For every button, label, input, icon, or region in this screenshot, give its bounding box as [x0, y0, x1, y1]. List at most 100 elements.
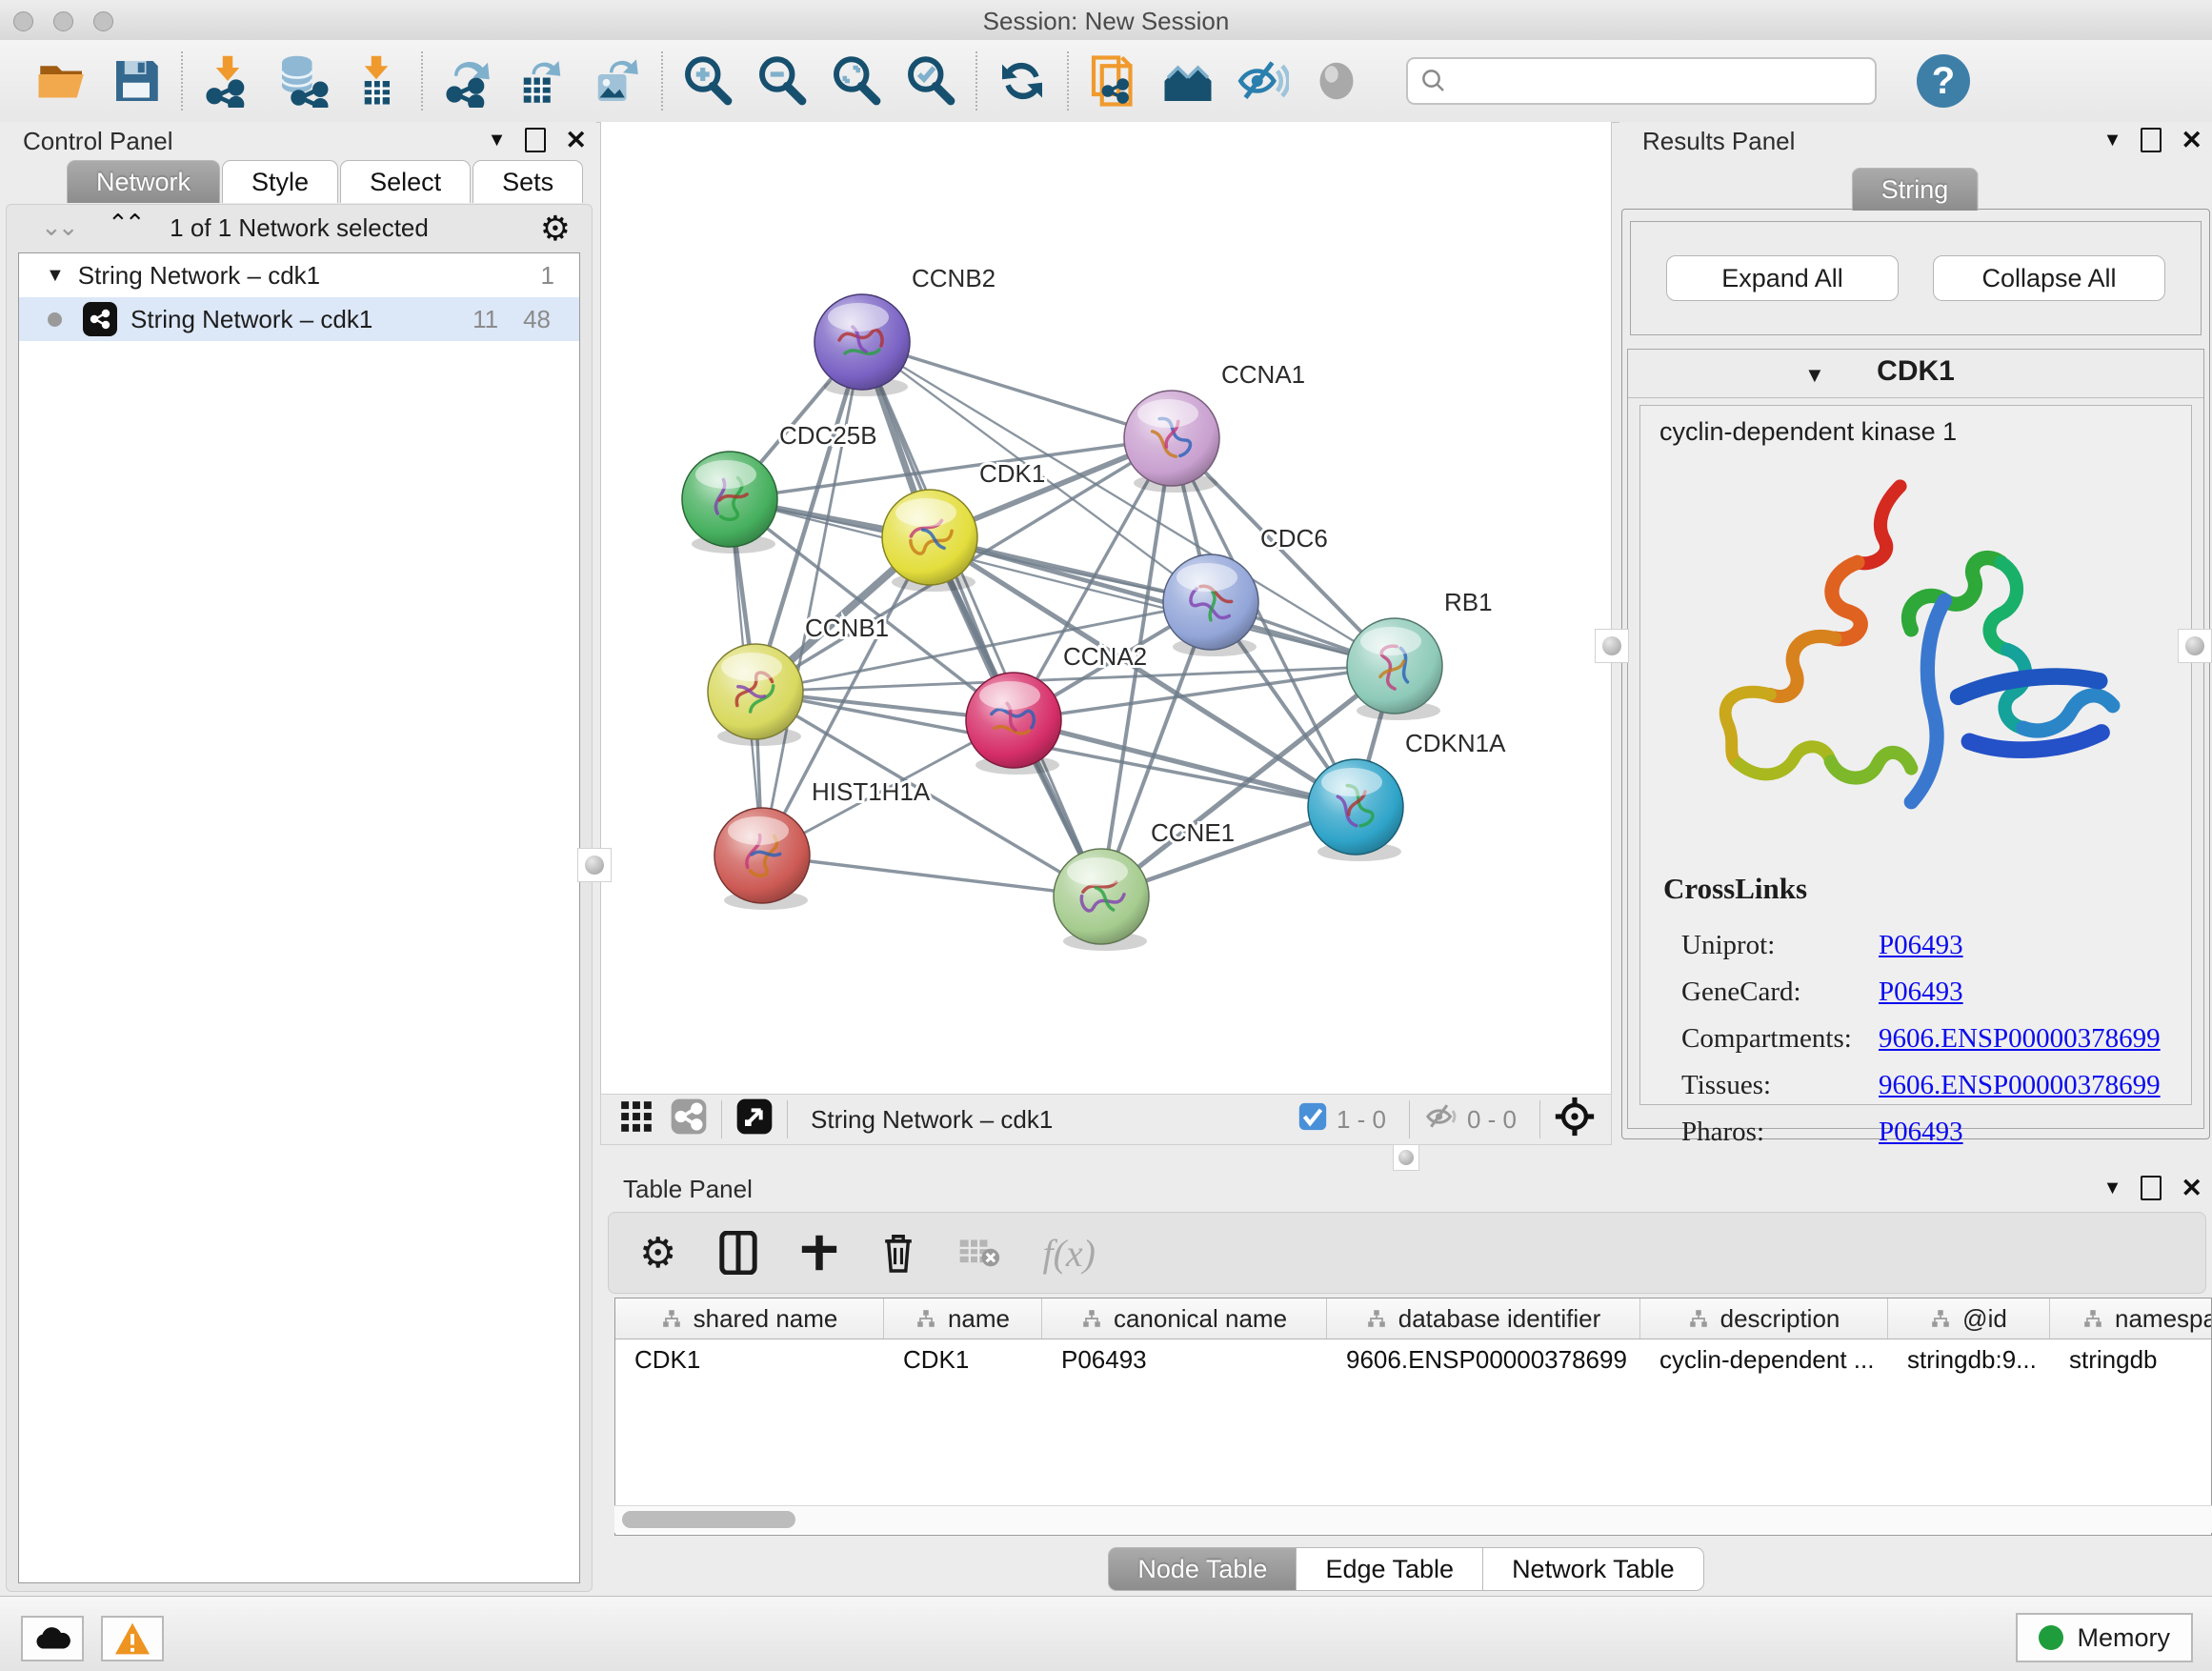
window-titlebar[interactable]: Session: New Session — [0, 0, 2212, 41]
export-table-button[interactable] — [505, 48, 579, 114]
save-session-button[interactable] — [99, 48, 173, 114]
import-table-from-file-button[interactable] — [339, 48, 413, 114]
expand-all-button[interactable]: Expand All — [1666, 255, 1899, 301]
control-panel-float-icon[interactable] — [525, 128, 546, 152]
column-header-namespace[interactable]: namespace — [2050, 1299, 2212, 1339]
network-row-selected[interactable]: String Network – cdk1 11 48 — [19, 297, 579, 341]
graph-node-CDKN1A[interactable] — [1308, 759, 1403, 861]
graph-node-CCNA1[interactable] — [1124, 391, 1219, 493]
search-input[interactable] — [1448, 67, 1875, 96]
network-canvas[interactable]: CCNB2CCNA1CDC25BCDK1CDC6RB1CCNB1CCNA2CDK… — [600, 122, 1612, 1094]
function-builder-icon[interactable]: f(x) — [1042, 1231, 1096, 1276]
create-column-icon[interactable] — [800, 1231, 838, 1275]
control-panel-close-icon[interactable]: ✕ — [565, 130, 587, 151]
column-header-canonical-name[interactable]: canonical name — [1042, 1299, 1327, 1339]
delete-table-icon[interactable] — [958, 1234, 1000, 1272]
collection-expand-icon[interactable]: ▼ — [46, 265, 65, 287]
tab-network-table[interactable]: Network Table — [1483, 1547, 1704, 1591]
crosslink-link[interactable]: 9606.ENSP00000378699 — [1879, 1023, 2161, 1054]
tab-node-table[interactable]: Node Table — [1108, 1547, 1297, 1591]
table-panel-float-icon[interactable] — [2141, 1176, 2162, 1200]
crosslink-link[interactable]: P06493 — [1879, 976, 1963, 1007]
copy-style-button[interactable] — [1076, 48, 1151, 114]
warning-button[interactable] — [101, 1616, 164, 1661]
column-header-@id[interactable]: @id — [1888, 1299, 2050, 1339]
splitter-handle-bottom[interactable] — [1393, 1144, 1419, 1171]
tab-edge-table[interactable]: Edge Table — [1297, 1547, 1483, 1591]
graph-node-CCNA2[interactable] — [966, 673, 1061, 775]
table-panel-close-icon[interactable]: ✕ — [2181, 1178, 2202, 1198]
collapse-all-button[interactable]: Collapse All — [1933, 255, 2165, 301]
graph-node-RB1[interactable] — [1347, 618, 1442, 720]
graph-node-CCNB1[interactable] — [708, 644, 803, 746]
column-header-database-identifier[interactable]: database identifier — [1327, 1299, 1640, 1339]
splitter-handle-far-right[interactable] — [2178, 629, 2212, 663]
column-header-shared-name[interactable]: shared name — [615, 1299, 884, 1339]
graph-node-CDC6[interactable] — [1163, 554, 1258, 656]
selected-checkbox-icon[interactable] — [1297, 1100, 1329, 1139]
table-cell[interactable]: stringdb:9... — [1888, 1339, 2050, 1379]
tab-network[interactable]: Network — [67, 160, 220, 203]
graph-node-CDK1[interactable] — [882, 490, 977, 592]
navigator-icon[interactable] — [735, 1097, 774, 1142]
table-panel-menu-icon[interactable]: ▼ — [2103, 1178, 2122, 1199]
tab-select[interactable]: Select — [340, 160, 471, 203]
table-cell[interactable]: P06493 — [1042, 1339, 1327, 1379]
import-network-from-file-button[interactable] — [191, 48, 265, 114]
splitter-handle-left[interactable] — [577, 848, 612, 882]
tab-style[interactable]: Style — [222, 160, 338, 203]
graph-node-HIST1H1A[interactable] — [714, 808, 810, 910]
export-network-button[interactable] — [431, 48, 505, 114]
graph-edge-hist1h1a-ccne1[interactable] — [762, 856, 1101, 896]
show-column-icon[interactable] — [718, 1231, 758, 1275]
hide-graphics-details-button[interactable] — [1225, 48, 1299, 114]
graph-edge-ccnb2-ccna1[interactable] — [862, 342, 1172, 438]
refresh-view-button[interactable] — [985, 48, 1059, 114]
table-horizontal-scrollbar[interactable] — [614, 1505, 2212, 1533]
zoom-fit-content-button[interactable] — [819, 48, 894, 114]
column-header-description[interactable]: description — [1640, 1299, 1888, 1339]
control-panel-menu-icon[interactable]: ▼ — [488, 130, 507, 151]
table-cell[interactable]: 9606.ENSP00000378699 — [1327, 1339, 1640, 1379]
crosslink-link[interactable]: P06493 — [1879, 930, 1963, 960]
network-view-mode-icon[interactable] — [670, 1097, 708, 1142]
column-header-name[interactable]: name — [884, 1299, 1042, 1339]
graph-edge-cdk1-rb1[interactable] — [930, 537, 1395, 666]
birds-eye-view-button[interactable] — [1151, 48, 1225, 114]
node-table[interactable]: shared namenamecanonical namedatabase id… — [614, 1298, 2212, 1536]
tab-string[interactable]: String — [1852, 168, 1979, 211]
cloud-button[interactable] — [21, 1616, 84, 1661]
grid-view-icon[interactable] — [618, 1098, 654, 1141]
open-session-button[interactable] — [25, 48, 99, 114]
fit-selected-crosshair-icon[interactable] — [1554, 1096, 1596, 1144]
table-cell[interactable]: CDK1 — [615, 1339, 884, 1379]
show-graphics-details-button[interactable] — [1299, 48, 1374, 114]
results-panel-float-icon[interactable] — [2141, 128, 2162, 152]
zoom-in-button[interactable] — [671, 48, 745, 114]
table-row[interactable]: CDK1CDK1P064939606.ENSP00000378699cyclin… — [615, 1339, 2211, 1379]
tab-sets[interactable]: Sets — [473, 160, 583, 203]
graph-node-CDC25B[interactable] — [682, 452, 777, 554]
scrollbar-thumb[interactable] — [622, 1511, 795, 1528]
delete-column-icon[interactable] — [880, 1231, 916, 1275]
import-network-from-database-button[interactable] — [265, 48, 339, 114]
splitter-handle-right[interactable] — [1595, 629, 1629, 663]
crosslink-link[interactable]: 9606.ENSP00000378699 — [1879, 1070, 2161, 1100]
graph-edge-ccnb2-ccne1[interactable] — [862, 342, 1101, 896]
help-button[interactable]: ? — [1917, 54, 1970, 108]
table-cell[interactable]: CDK1 — [884, 1339, 1042, 1379]
zoom-out-button[interactable] — [745, 48, 819, 114]
crosslink-link[interactable]: P06493 — [1879, 1117, 1963, 1147]
results-panel-close-icon[interactable]: ✕ — [2181, 130, 2202, 151]
zoom-selected-button[interactable] — [894, 48, 968, 114]
table-settings-gear-icon[interactable]: ⚙ — [639, 1229, 676, 1278]
memory-button[interactable]: Memory — [2016, 1613, 2193, 1662]
results-panel-menu-icon[interactable]: ▼ — [2103, 130, 2122, 151]
table-cell[interactable]: stringdb — [2050, 1339, 2212, 1379]
export-image-button[interactable] — [579, 48, 654, 114]
network-options-gear-icon[interactable]: ⚙ — [540, 209, 571, 249]
network-collection-row[interactable]: ▼ String Network – cdk1 1 — [19, 253, 579, 297]
graph-node-CCNE1[interactable] — [1054, 849, 1149, 951]
table-cell[interactable]: cyclin-dependent ... — [1640, 1339, 1888, 1379]
hidden-eye-icon[interactable] — [1423, 1098, 1459, 1141]
